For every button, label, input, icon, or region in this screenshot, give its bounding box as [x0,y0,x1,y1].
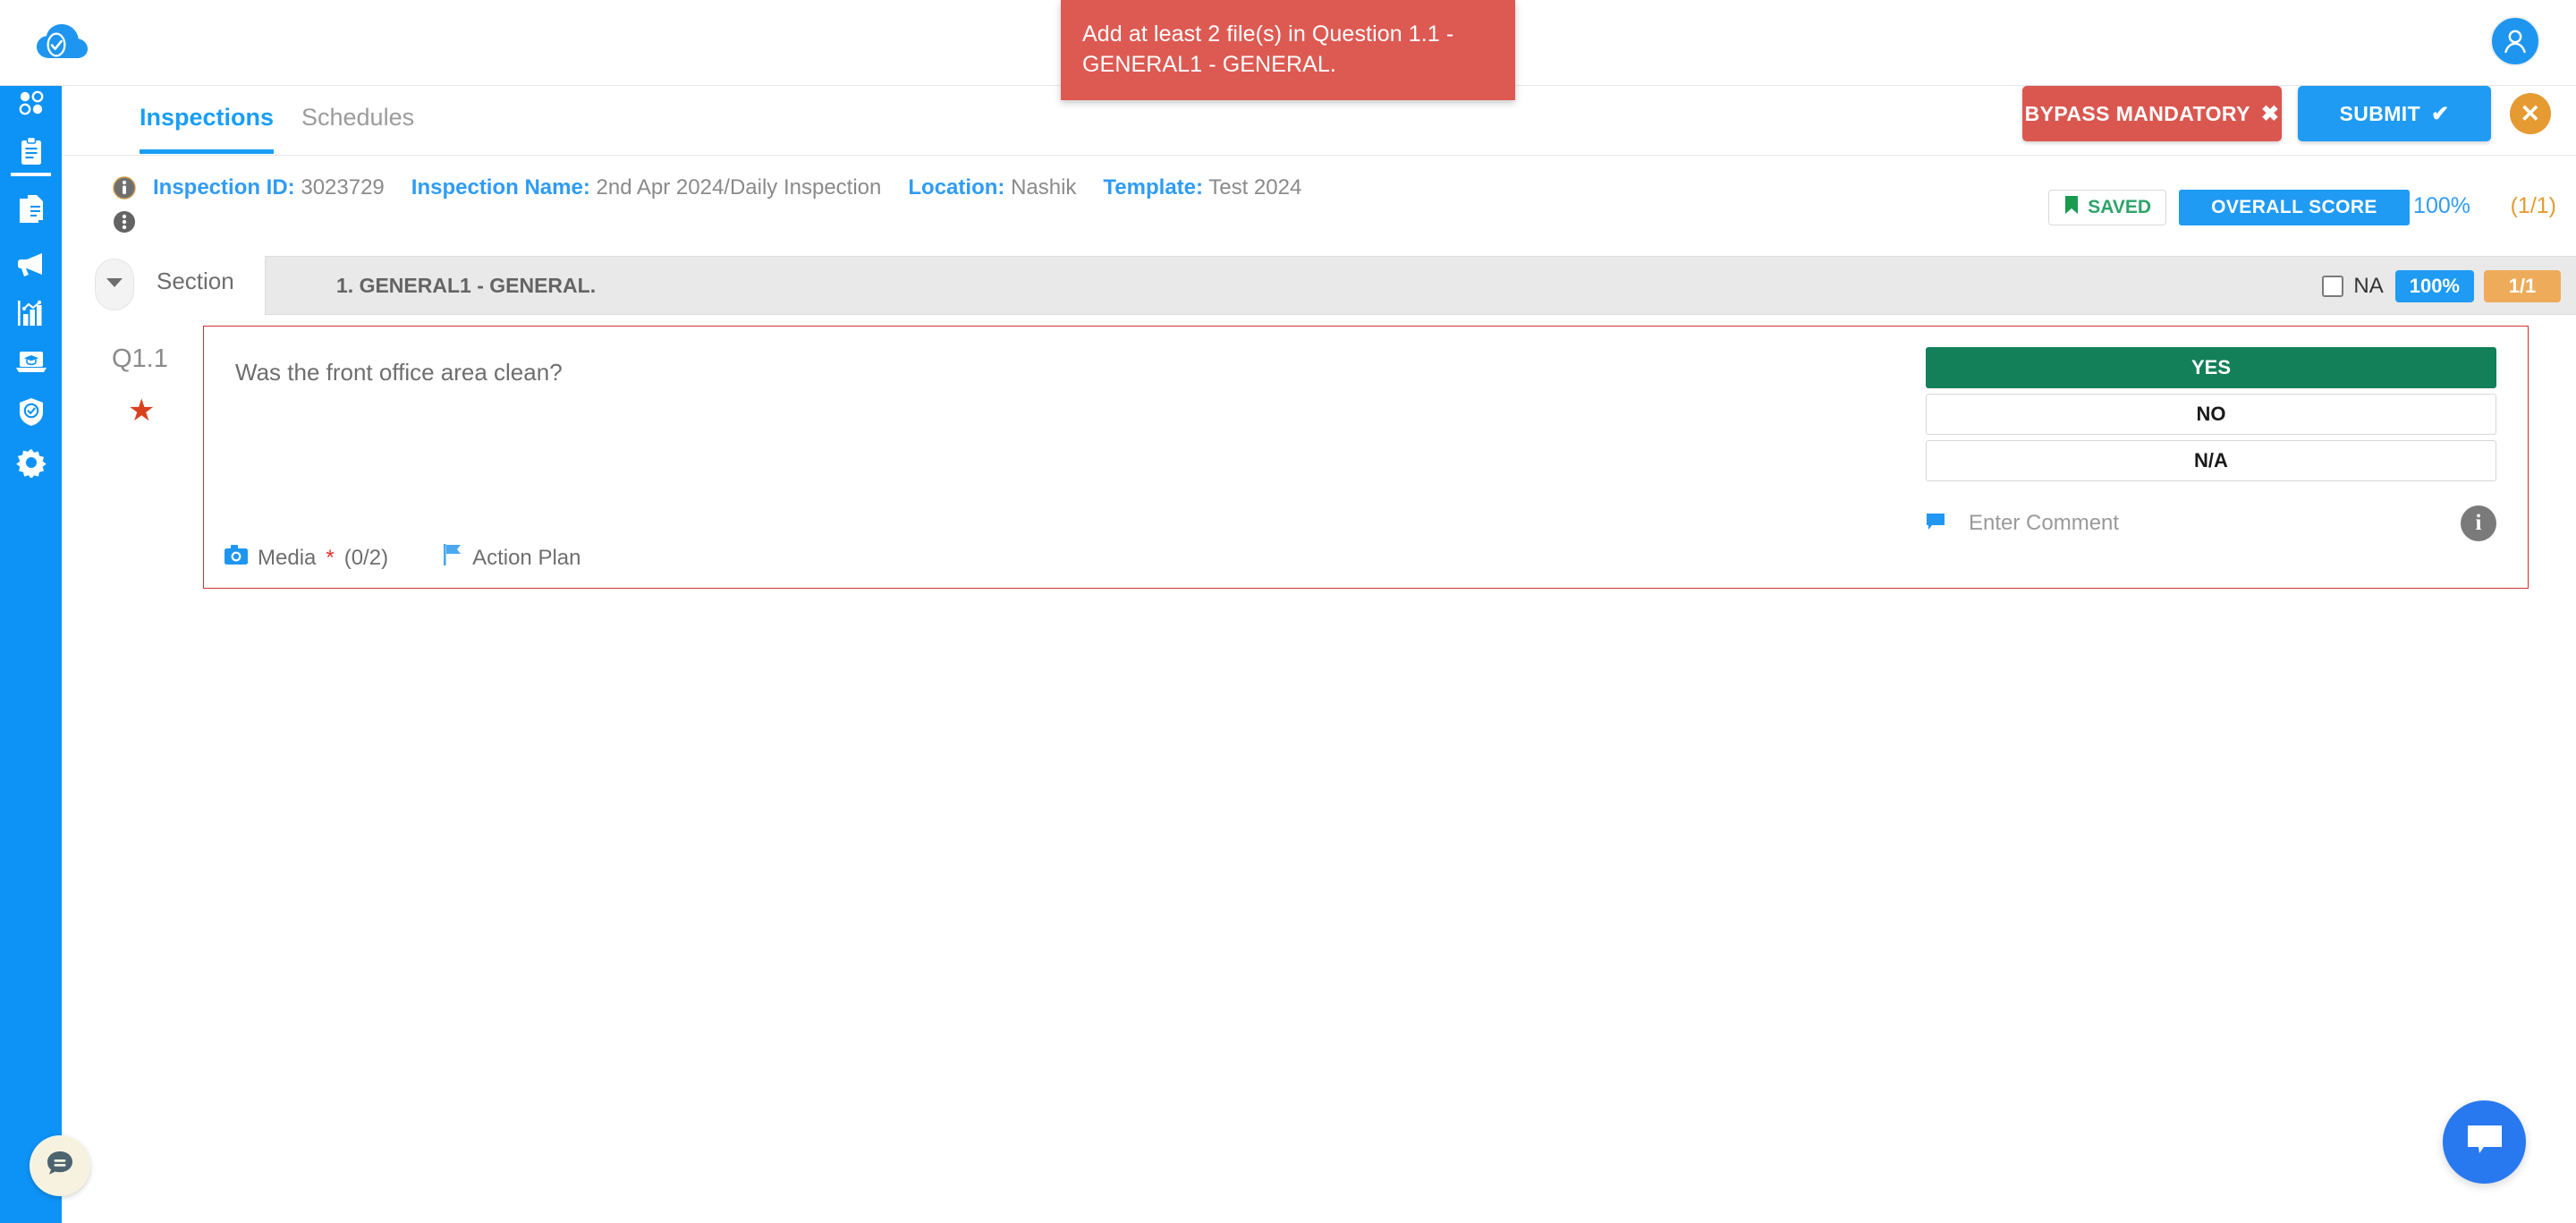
section-scores: NA 100% 1/1 [2322,257,2561,316]
media-label: Media [258,545,317,570]
answer-option-no[interactable]: NO [1926,394,2496,435]
sidebar-item-documents[interactable] [0,182,62,237]
bypass-mandatory-button[interactable]: BYPASS MANDATORY ✖ [2022,86,2282,141]
info-vertical-icon[interactable] [113,210,136,238]
action-plan-button[interactable]: Action Plan [443,544,580,572]
clipboard-icon [16,136,47,173]
section-percent-pill: 100% [2394,270,2474,302]
chat-bubble-icon [43,1147,77,1185]
graduation-laptop-icon [15,349,47,380]
saved-status-badge: SAVED [2048,190,2166,225]
flag-icon [443,544,462,572]
meta-field-template: Template: Test 2024 [1103,175,1301,200]
media-button[interactable]: Media * (0/2) [225,545,388,571]
answer-option-na[interactable]: N/A [1926,440,2496,481]
grid-dots-icon [16,88,47,123]
submit-label: SUBMIT [2339,101,2421,125]
cross-icon: ✖ [2260,101,2280,126]
sidebar-item-settings[interactable] [0,437,62,492]
help-chat-widget-button[interactable] [30,1135,90,1196]
red-star-icon: ★ [128,394,156,428]
section-row: Section 1. GENERAL1 - GENERAL. NA 100% 1… [62,256,2576,315]
media-required-mark: * [326,545,335,570]
message-bubble-icon [2463,1121,2506,1163]
section-header-bar[interactable]: 1. GENERAL1 - GENERAL. NA 100% 1/1 [265,256,2576,315]
close-x-icon: ✕ [2520,99,2541,127]
question-info-icon[interactable]: i [2461,505,2496,541]
megaphone-icon [15,250,47,283]
comment-bubble-icon[interactable] [1926,513,1945,535]
section-count-pill: 1/1 [2484,270,2561,302]
answer-options: YES NO N/A [1926,347,2496,487]
overall-score-label: OVERALL SCORE [2211,197,2377,217]
support-chat-button[interactable] [2443,1100,2526,1184]
info-circle-icon[interactable] [113,176,136,204]
saved-label: SAVED [2088,197,2151,217]
score-fraction: (1/1) [2510,193,2556,218]
section-collapse-toggle[interactable] [95,259,134,310]
submit-button[interactable]: SUBMIT ✔ [2298,86,2491,141]
bar-chart-icon [16,299,47,332]
inspection-meta-bar: Inspection ID: 3023729 Inspection Name: 2… [62,156,2576,256]
section-title: 1. GENERAL1 - GENERAL. [336,273,597,297]
action-plan-label: Action Plan [472,545,581,570]
meta-label-template: Template: [1103,175,1203,200]
meta-label-inspection-name: Inspection Name: [411,175,590,200]
meta-label-inspection-id: Inspection ID: [153,175,295,200]
section-label: Section [157,268,234,294]
question-card: Was the front office area clean? YES NO … [203,326,2529,589]
meta-field-location: Location: Nashik [908,175,1076,200]
tab-inspections[interactable]: Inspections [140,104,275,154]
meta-label-location: Location: [908,175,1005,200]
meta-field-inspection-name: Inspection Name: 2nd Apr 2024/Daily Insp… [411,175,882,200]
meta-field-inspection-id: Inspection ID: 3023729 [153,175,385,200]
answer-option-yes[interactable]: YES [1926,347,2496,388]
sidebar-item-dashboard[interactable] [0,77,62,132]
sidebar-item-inspections[interactable] [0,126,62,182]
toast-notification[interactable]: Add at least 2 file(s) in Question 1.1 -… [1061,0,1515,100]
tab-schedules[interactable]: Schedules [301,104,414,132]
bookmark-flag-icon [2063,195,2080,220]
section-na-label: NA [2353,274,2384,298]
question-footer: Media * (0/2) Action Plan [225,544,580,572]
sidebar-item-compliance[interactable] [0,386,62,441]
close-button[interactable]: ✕ [2510,93,2551,134]
comment-input[interactable]: Enter Comment [1969,511,2119,536]
check-icon: ✔ [2431,101,2450,126]
comment-row: Enter Comment i [1926,505,2496,541]
cloud-check-logo[interactable] [34,16,89,68]
meta-value-template: Test 2024 [1208,175,1302,200]
sidebar-item-analytics[interactable] [0,287,62,343]
camera-icon [225,545,248,571]
meta-value-location: Nashik [1011,175,1077,200]
media-count: (0/2) [343,545,389,570]
sidebar-item-announcements[interactable] [0,238,62,293]
user-avatar-icon[interactable] [2490,16,2540,66]
sidebar [0,86,62,1223]
documents-icon [16,192,47,227]
bypass-label: BYPASS MANDATORY [2024,101,2250,125]
app-root: Add at least 2 file(s) in Question 1.1 -… [0,0,2576,1223]
score-percent: 100% [2413,193,2470,218]
question-number: Q1.1 [112,344,168,373]
shield-check-icon [17,396,46,431]
meta-fields: Inspection ID: 3023729 Inspection Name: 2… [153,175,1328,200]
section-na-checkbox[interactable] [2322,276,2344,297]
sidebar-item-training[interactable] [0,336,62,392]
meta-value-inspection-name: 2nd Apr 2024/Daily Inspection [596,175,882,200]
gear-icon [15,447,47,482]
overall-score-button[interactable]: OVERALL SCORE [2179,190,2410,225]
chevron-down-icon [106,276,123,293]
question-text: Was the front office area clean? [235,359,563,386]
meta-value-inspection-id: 3023729 [301,175,385,200]
